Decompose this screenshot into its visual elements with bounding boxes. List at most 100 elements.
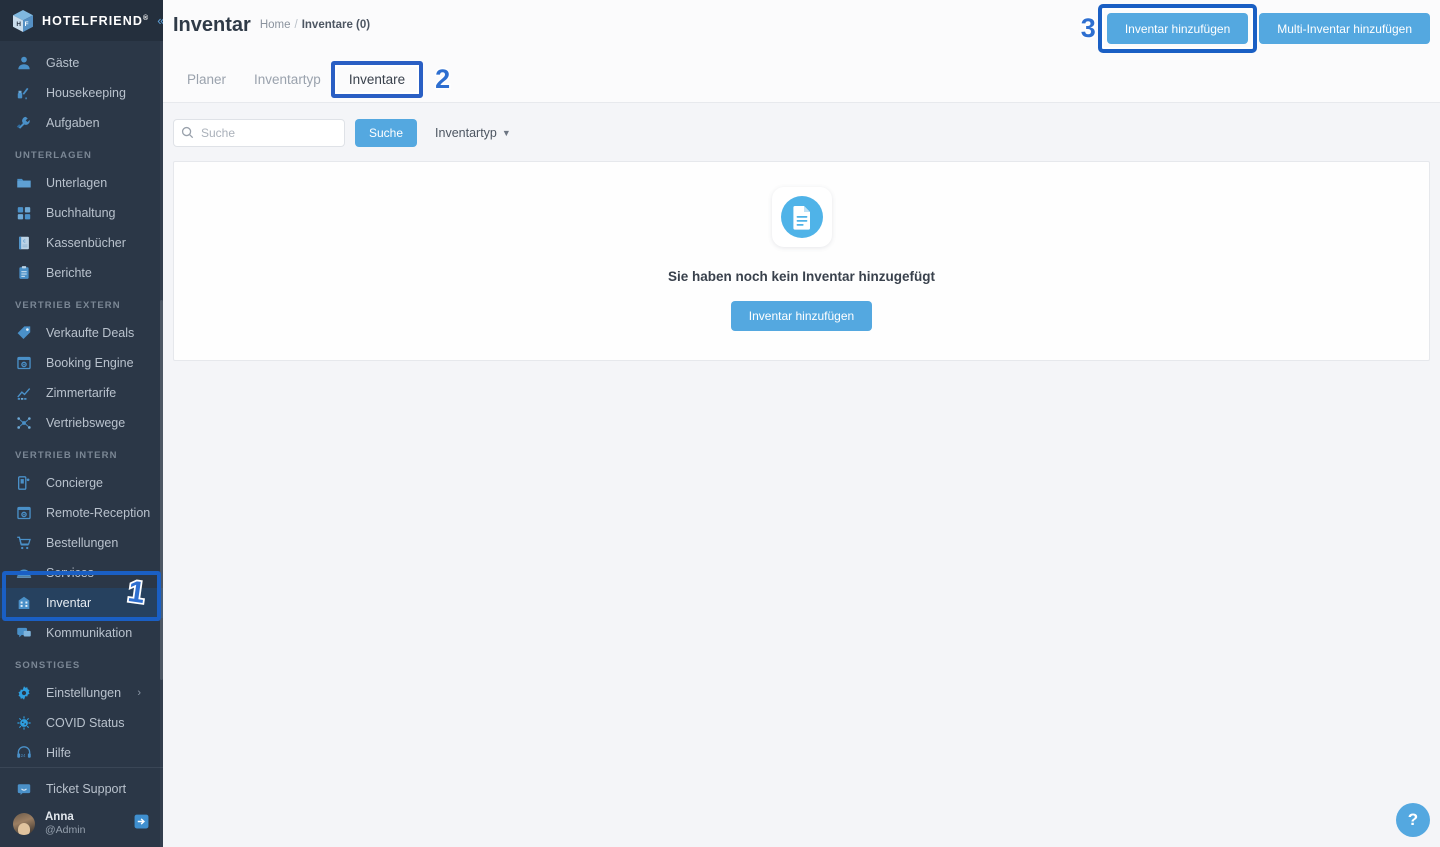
mobile-concierge-icon: [15, 474, 33, 492]
sidebar-logo-bar: H F HOTELFRIEND® «: [0, 0, 165, 41]
sidebar-item-label: Einstellungen: [46, 686, 122, 700]
virus-icon: [15, 714, 33, 732]
sidebar-group-unterlagen: Unterlagen Buchhaltung € Kassenbücher Be…: [0, 168, 163, 288]
sidebar-item-ticket-support[interactable]: Ticket Support: [0, 774, 163, 804]
sidebar-item-buchhaltung[interactable]: Buchhaltung: [0, 198, 163, 228]
inventory-grid-icon: [15, 594, 33, 612]
help-button[interactable]: ?: [1396, 803, 1430, 837]
sidebar-item-label: Kommunikation: [46, 626, 133, 640]
sidebar-section-vertrieb-extern: VERTRIEB EXTERN: [15, 300, 121, 311]
browser-gear-icon: [15, 354, 33, 372]
sidebar-group-sonstiges: Einstellungen › COVID Status 24 Hilfe: [0, 678, 163, 761]
brand-name: HOTELFRIEND®: [42, 13, 150, 28]
sidebar: H F HOTELFRIEND® « Gäste Housekeeping Au…: [0, 0, 165, 847]
registered-mark: ®: [143, 14, 150, 22]
sidebar-item-label: Bestellungen: [46, 536, 119, 550]
page-title: Inventar: [173, 14, 251, 36]
sidebar-item-hilfe[interactable]: 24 Hilfe: [0, 738, 163, 761]
sidebar-item-label: Berichte: [46, 266, 92, 280]
clipboard-icon: [15, 264, 33, 282]
browser-gear-icon: [15, 504, 33, 522]
sidebar-divider: [0, 767, 163, 768]
inventory-list-card: Sie haben noch kein Inventar hinzugefügt…: [173, 161, 1430, 361]
empty-state-message: Sie haben noch kein Inventar hinzugefügt: [667, 269, 936, 284]
search-input[interactable]: [173, 119, 345, 147]
empty-state: Sie haben noch kein Inventar hinzugefügt…: [668, 187, 935, 331]
sidebar-item-berichte[interactable]: Berichte: [0, 258, 163, 288]
user-icon: [15, 54, 33, 72]
sidebar-group-general: Gäste Housekeeping Aufgaben: [0, 48, 163, 138]
sidebar-item-kassenbucher[interactable]: € Kassenbücher: [0, 228, 163, 258]
sidebar-item-covid-status[interactable]: COVID Status: [0, 708, 163, 738]
shopping-cart-icon: [15, 534, 33, 552]
sidebar-item-label: Vertriebswege: [46, 416, 126, 430]
bell-service-icon: [15, 564, 33, 582]
sidebar-item-einstellungen[interactable]: Einstellungen ›: [0, 678, 163, 708]
breadcrumb-separator: /: [294, 19, 298, 31]
sidebar-item-verkaufte-deals[interactable]: Verkaufte Deals: [0, 318, 163, 348]
sidebar-group-vertrieb-extern: Verkaufte Deals Booking Engine Zimmertar…: [0, 318, 163, 438]
sidebar-item-label: Hilfe: [46, 746, 72, 760]
tab-planer[interactable]: Planer: [173, 66, 240, 93]
sidebar-item-label: Services: [46, 566, 94, 580]
sidebar-item-label: Aufgaben: [46, 116, 100, 130]
annotation-2: 2: [434, 64, 452, 94]
user-name: Anna: [45, 811, 74, 823]
sidebar-item-gaste[interactable]: Gäste: [0, 48, 163, 78]
user-role: @Admin: [45, 824, 86, 836]
add-multi-inventory-button[interactable]: Multi-Inventar hinzufügen: [1259, 13, 1430, 44]
sidebar-item-label: Inventar: [46, 596, 92, 610]
sidebar-item-remote-reception[interactable]: Remote-Reception: [0, 498, 163, 528]
sidebar-user-row[interactable]: Anna @Admin: [0, 804, 163, 843]
sidebar-item-label: Buchhaltung: [46, 206, 116, 220]
tab-inventare[interactable]: Inventare: [335, 66, 419, 93]
sidebar-item-label: Housekeeping: [46, 86, 126, 100]
wrench-icon: [15, 114, 33, 132]
sidebar-item-label: Kassenbücher: [46, 236, 126, 250]
sidebar-item-unterlagen[interactable]: Unterlagen: [0, 168, 163, 198]
sidebar-item-label: Ticket Support: [46, 782, 127, 796]
header-actions: 3 Inventar hinzufügen Multi-Inventar hin…: [1079, 4, 1430, 53]
gear-icon: [15, 684, 33, 702]
tag-icon: [15, 324, 33, 342]
sidebar-item-vertriebswege[interactable]: Vertriebswege: [0, 408, 163, 438]
breadcrumb-current: Inventare (0): [301, 19, 371, 31]
sidebar-item-zimmertarife[interactable]: Zimmertarife: [0, 378, 163, 408]
sidebar-section-unterlagen: UNTERLAGEN: [15, 150, 92, 161]
chevron-right-icon: ›: [137, 687, 141, 699]
user-info: Anna @Admin: [45, 810, 85, 837]
sidebar-item-booking-engine[interactable]: Booking Engine: [0, 348, 163, 378]
add-inventory-button[interactable]: Inventar hinzufügen: [1106, 13, 1249, 44]
document-empty-icon: [771, 187, 832, 247]
page-header: Inventar Home / Inventare (0) 3 Inventar…: [163, 0, 1440, 57]
breadcrumb: Home / Inventare (0): [260, 13, 370, 37]
sidebar-item-label: Remote-Reception: [46, 506, 151, 520]
sidebar-item-bestellungen[interactable]: Bestellungen: [0, 528, 163, 558]
chart-line-icon: [15, 384, 33, 402]
network-nodes-icon: [15, 414, 33, 432]
inventory-type-dropdown-label: Inventartyp: [435, 126, 497, 140]
ticket-chat-icon: [15, 780, 33, 798]
search-button[interactable]: Suche: [355, 119, 418, 147]
empty-state-add-button[interactable]: Inventar hinzufügen: [730, 301, 873, 331]
add-inventory-highlight: Inventar hinzufügen: [1097, 4, 1258, 53]
sidebar-item-label: Concierge: [46, 476, 103, 490]
sidebar-nav: Gäste Housekeeping Aufgaben UNTERLAGEN U…: [0, 41, 163, 761]
sidebar-item-label: Booking Engine: [46, 356, 134, 370]
tab-bar: Planer Inventartyp Inventare 2: [163, 57, 1440, 103]
svg-text:24: 24: [21, 753, 26, 758]
svg-text:F: F: [25, 21, 29, 28]
sidebar-item-concierge[interactable]: Concierge: [0, 468, 163, 498]
sidebar-item-kommunikation[interactable]: Kommunikation: [0, 618, 163, 648]
inventory-type-dropdown[interactable]: Inventartyp ▼: [435, 126, 511, 140]
tab-inventartyp[interactable]: Inventartyp: [240, 66, 335, 93]
logout-arrow-icon[interactable]: [134, 814, 149, 834]
sidebar-item-housekeeping[interactable]: Housekeeping: [0, 78, 163, 108]
folder-icon: [15, 174, 33, 192]
breadcrumb-home[interactable]: Home: [260, 13, 291, 37]
sidebar-item-aufgaben[interactable]: Aufgaben: [0, 108, 163, 138]
sidebar-section-vertrieb-intern: VERTRIEB INTERN: [15, 450, 118, 461]
sidebar-item-label: Unterlagen: [46, 176, 108, 190]
sidebar-section-sonstiges: SONSTIGES: [15, 660, 81, 671]
application-root: H F HOTELFRIEND® « Gäste Housekeeping Au…: [0, 0, 1440, 847]
